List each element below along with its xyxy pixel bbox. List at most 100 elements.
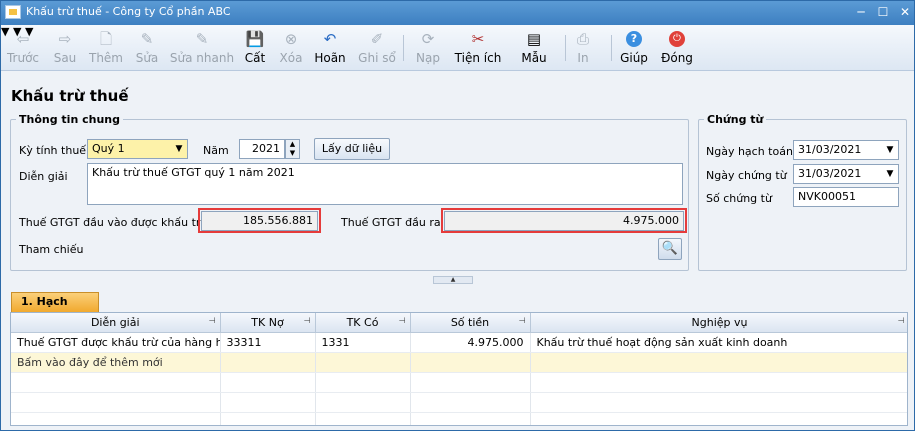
empty-cell[interactable] (11, 392, 221, 413)
toolbar-save-button[interactable]: 💾 Cất (241, 27, 269, 69)
new-document-icon: 🗋 (99, 30, 113, 48)
add-new-row[interactable]: Bấm vào đây để thêm mới (11, 352, 907, 373)
fetch-data-button[interactable]: Lấy dữ liệu (314, 138, 390, 160)
search-icon[interactable]: 🔍 (658, 238, 682, 260)
cell-description[interactable]: Thuế GTGT được khấu trừ của hàng hó (11, 332, 221, 353)
pin-icon[interactable]: ⊣ (898, 316, 905, 325)
table-row[interactable]: Thuế GTGT được khấu trừ của hàng hó 3331… (11, 332, 907, 353)
refresh-icon: ⟳ (421, 30, 435, 48)
toolbar-prev-label: Trước (6, 51, 40, 65)
toolbar-undo-label: Hoãn (314, 51, 346, 65)
cell-amount[interactable]: 4.975.000 (410, 332, 531, 353)
edit-icon: ✎ (140, 30, 154, 48)
column-header-label: TK Có (346, 315, 379, 329)
minimize-button[interactable]: ─ (852, 4, 870, 22)
cell-operation[interactable]: Khấu trừ thuế hoạt động sản xuất kinh do… (530, 332, 907, 353)
maximize-button[interactable]: ☐ (874, 4, 892, 22)
empty-cell[interactable] (410, 392, 531, 413)
toolbar-post-label: Ghi sổ (358, 51, 396, 65)
toolbar-help-button[interactable]: ? Giúp (618, 27, 650, 69)
pin-icon[interactable]: ⊣ (304, 316, 311, 325)
description-input[interactable]: Khấu trừ thuế GTGT quý 1 năm 2021 (87, 163, 683, 205)
toolbar-undo-button[interactable]: ↶ Hoãn (312, 27, 348, 69)
toolbar-delete-button[interactable]: ⊗ Xóa (276, 27, 306, 69)
pin-icon[interactable]: ⊣ (399, 316, 406, 325)
year-input[interactable]: 2021 (239, 139, 285, 159)
add-new-row-text[interactable]: Bấm vào đây để thêm mới (11, 352, 221, 373)
toolbar-edit-button[interactable]: ✎ Sửa (132, 27, 162, 69)
voucher-date-picker[interactable]: 31/03/2021 ▼ (793, 164, 899, 184)
quick-edit-icon: ✎ (195, 30, 209, 48)
empty-cell[interactable] (530, 372, 907, 393)
panel-collapse-handle[interactable]: ▲ (433, 276, 473, 284)
chevron-down-icon[interactable]: ▼ (882, 165, 898, 183)
tab-accounting[interactable]: 1. Hạch toán (11, 292, 99, 326)
toolbar-prev-button[interactable]: ⇦ Trước (5, 27, 41, 69)
toolbar-quick-edit-label: Sửa nhanh (169, 51, 235, 65)
empty-cell[interactable] (220, 412, 316, 425)
empty-cell[interactable] (315, 412, 411, 425)
general-info-legend: Thông tin chung (19, 113, 121, 126)
empty-cell[interactable] (530, 412, 907, 425)
cell-credit-account[interactable]: 1331 (315, 332, 411, 353)
toolbar-quick-edit-button[interactable]: ✎ Sửa nhanh (168, 27, 236, 69)
toolbar-next-label: Sau (53, 51, 77, 65)
voucher-no-input[interactable]: NVK00051 (793, 187, 899, 207)
page-title: Khấu trừ thuế (11, 87, 129, 105)
empty-cell[interactable] (410, 352, 531, 373)
column-header-amount[interactable]: Số tiền ⊣ (410, 313, 531, 333)
arrow-left-icon: ⇦ (16, 30, 30, 48)
toolbar-utilities-button[interactable]: ✂ Tiện ích (450, 27, 506, 69)
template-icon: ▤ (526, 30, 542, 48)
table-row[interactable] (11, 392, 907, 413)
empty-cell[interactable] (315, 392, 411, 413)
empty-cell[interactable] (530, 392, 907, 413)
toolbar-separator (565, 35, 566, 61)
chevron-down-icon[interactable]: ▼ (882, 141, 898, 159)
table-row[interactable] (11, 412, 907, 425)
empty-cell[interactable] (220, 372, 316, 393)
chevron-down-icon[interactable]: ▼ (171, 140, 187, 158)
empty-cell[interactable] (220, 392, 316, 413)
column-header-description[interactable]: Diễn giải ⊣ (11, 313, 221, 333)
output-vat-label: Thuế GTGT đầu ra (341, 216, 441, 229)
toolbar-close-button[interactable]: ⏻ Đóng (659, 27, 695, 69)
column-header-label: Số tiền (450, 315, 490, 329)
toolbar-print-button[interactable]: ⎙ In (571, 27, 595, 69)
toolbar-delete-label: Xóa (279, 51, 303, 65)
tools-icon: ✂ (471, 30, 485, 48)
toolbar-add-button[interactable]: 🗋 Thêm (87, 27, 125, 69)
voucher-date-value: 31/03/2021 (798, 167, 862, 180)
column-header-debit-account[interactable]: TK Nợ ⊣ (220, 313, 316, 333)
empty-cell[interactable] (11, 372, 221, 393)
close-button[interactable]: ✕ (896, 4, 914, 22)
toolbar-add-label: Thêm (88, 51, 123, 65)
year-label: Năm (203, 144, 229, 157)
toolbar-edit-label: Sửa (135, 51, 159, 65)
empty-cell[interactable] (315, 352, 411, 373)
column-header-operation[interactable]: Nghiệp vụ ⊣ (530, 313, 907, 333)
empty-cell[interactable] (410, 412, 531, 425)
cell-debit-account[interactable]: 33311 (220, 332, 316, 353)
printer-icon: ⎙ (576, 30, 589, 48)
toolbar-post-button[interactable]: ✐ Ghi sổ (356, 27, 398, 69)
table-row[interactable] (11, 372, 907, 393)
toolbar-next-button[interactable]: ⇨ Sau (49, 27, 81, 69)
toolbar-template-button[interactable]: ▤ Mẫu (518, 27, 550, 69)
empty-cell[interactable] (315, 372, 411, 393)
year-spinner[interactable]: ▲ ▼ (285, 139, 300, 159)
posting-date-value: 31/03/2021 (798, 143, 862, 156)
posting-date-picker[interactable]: 31/03/2021 ▼ (793, 140, 899, 160)
pin-icon[interactable]: ⊣ (209, 316, 216, 325)
arrow-right-icon: ⇨ (58, 30, 72, 48)
toolbar-reload-button[interactable]: ⟳ Nạp (412, 27, 444, 69)
input-vat-label: Thuế GTGT đầu vào được khấu trừ (19, 216, 208, 229)
period-select[interactable]: Quý 1 ▼ (87, 139, 188, 159)
empty-cell[interactable] (220, 352, 316, 373)
column-header-credit-account[interactable]: TK Có ⊣ (315, 313, 411, 333)
pin-icon[interactable]: ⊣ (519, 316, 526, 325)
post-icon: ✐ (370, 30, 384, 48)
empty-cell[interactable] (530, 352, 907, 373)
empty-cell[interactable] (410, 372, 531, 393)
empty-cell[interactable] (11, 412, 221, 425)
